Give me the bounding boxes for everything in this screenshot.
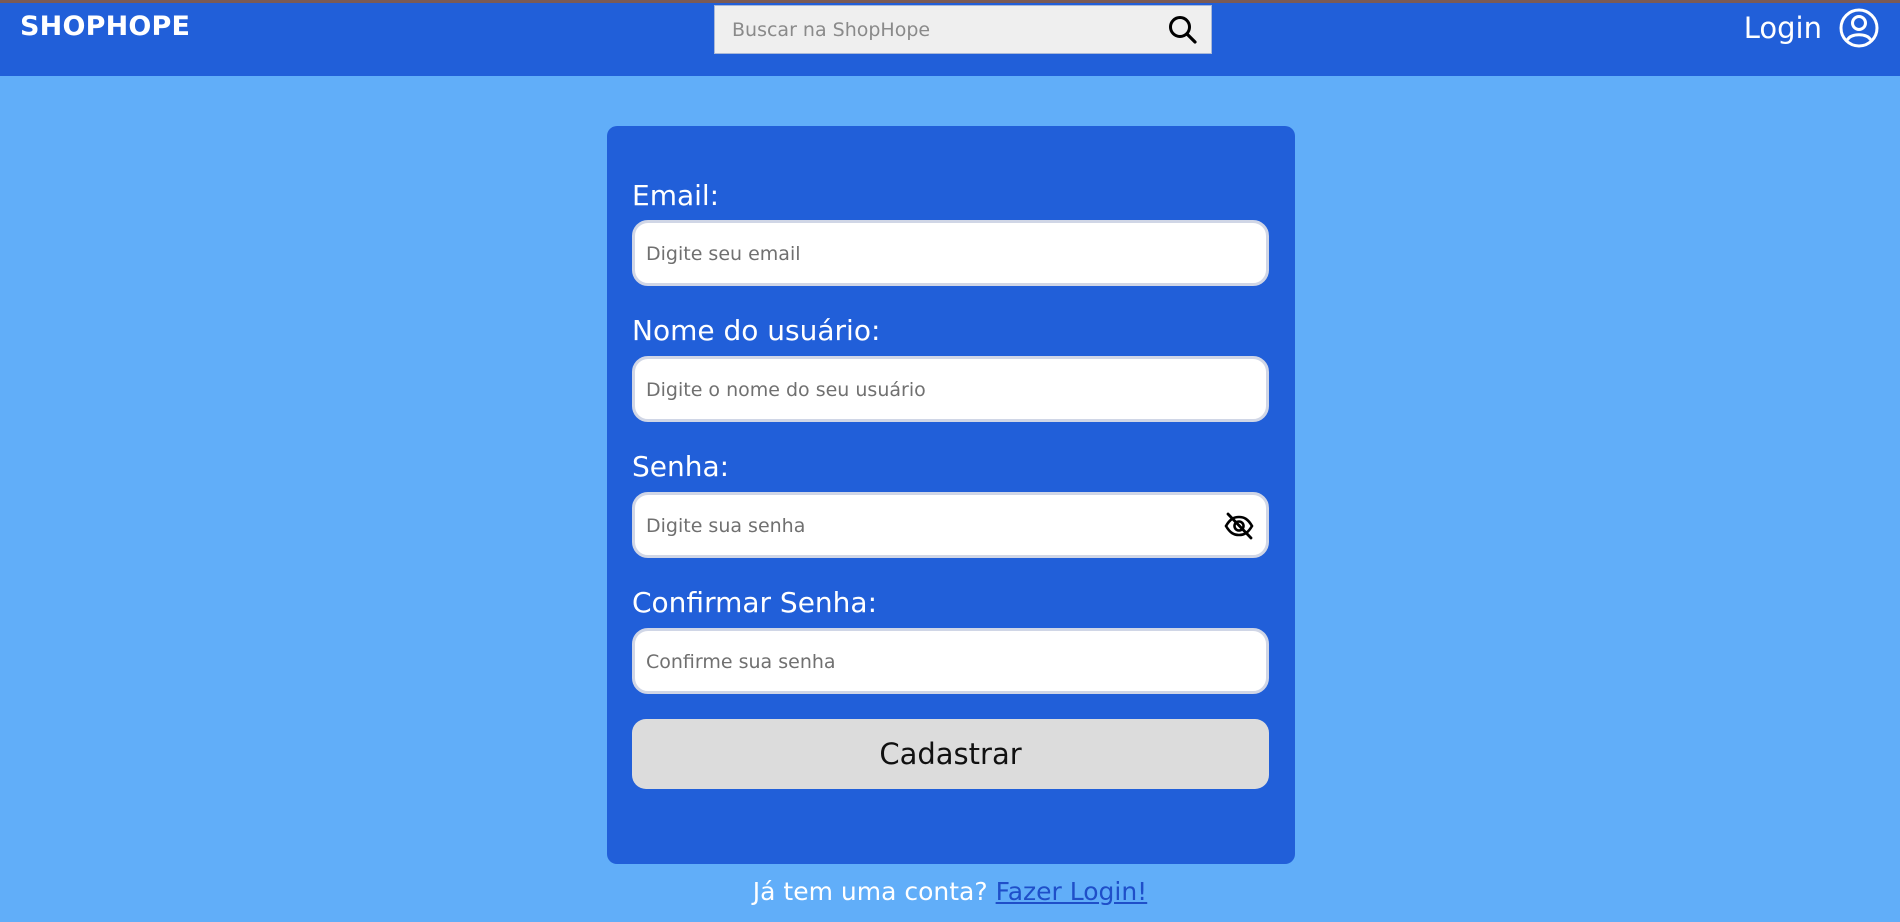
search-input[interactable]: Buscar na ShopHope: [732, 19, 930, 41]
confirm-password-label: Confirmar Senha:: [632, 586, 878, 619]
password-placeholder: Digite sua senha: [646, 515, 806, 537]
login-label[interactable]: Login: [1744, 11, 1822, 45]
username-field[interactable]: Digite o nome do seu usuário: [632, 356, 1269, 422]
search-bar[interactable]: Buscar na ShopHope: [714, 5, 1212, 54]
eye-off-icon[interactable]: [1223, 510, 1255, 542]
confirm-password-placeholder: Confirme sua senha: [646, 651, 836, 673]
email-field[interactable]: Digite seu email: [632, 220, 1269, 286]
user-circle-icon[interactable]: [1838, 7, 1880, 49]
search-icon[interactable]: [1167, 14, 1199, 46]
login-link-footer[interactable]: Fazer Login!: [996, 877, 1148, 906]
site-logo[interactable]: SHOPHOPE: [20, 11, 190, 42]
password-label: Senha:: [632, 450, 730, 483]
email-label: Email:: [632, 179, 720, 212]
login-prompt-text: Já tem uma conta?: [752, 877, 988, 906]
email-placeholder: Digite seu email: [646, 243, 801, 265]
password-field[interactable]: Digite sua senha: [632, 492, 1269, 558]
login-link[interactable]: Login: [1744, 6, 1880, 50]
confirm-password-field[interactable]: Confirme sua senha: [632, 628, 1269, 694]
username-label: Nome do usuário:: [632, 314, 881, 347]
login-prompt: Já tem uma conta? Fazer Login!: [0, 877, 1900, 906]
site-header: SHOPHOPE Buscar na ShopHope Login: [0, 3, 1900, 76]
register-button[interactable]: Cadastrar: [632, 719, 1269, 789]
username-placeholder: Digite o nome do seu usuário: [646, 379, 926, 401]
signup-card: Email: Digite seu email Nome do usuário:…: [607, 126, 1295, 864]
